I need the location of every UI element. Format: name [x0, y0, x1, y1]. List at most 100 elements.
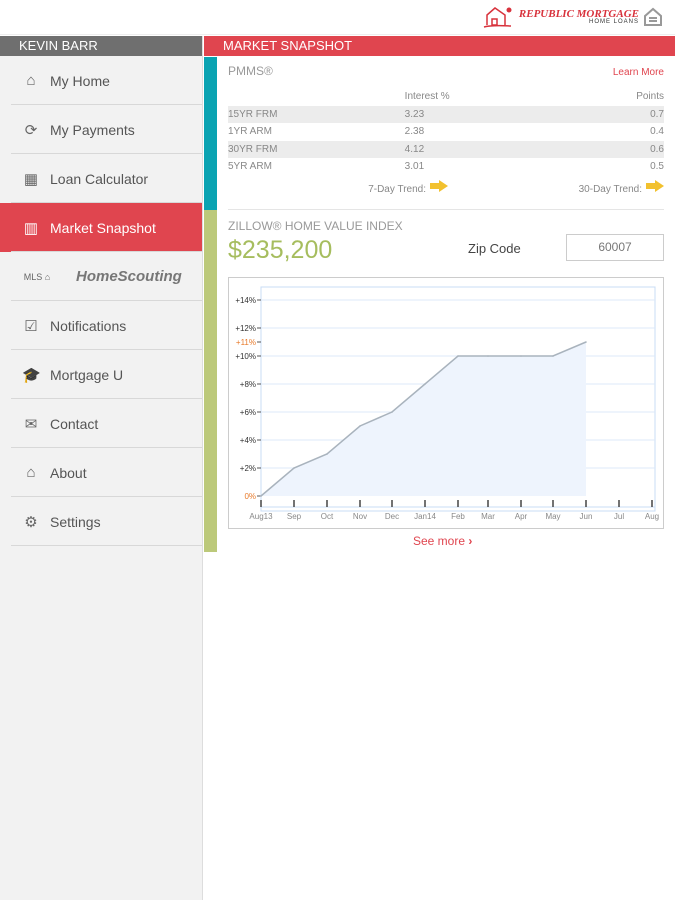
brand-name: REPUBLIC MORTGAGE — [518, 8, 639, 20]
x-tick-label: May — [545, 512, 560, 521]
y-tick-label: +14% — [235, 296, 256, 305]
data-point — [552, 355, 554, 357]
loan-type: 1YR ARM — [228, 126, 272, 138]
zillow-title: ZILLOW® HOME VALUE INDEX — [228, 219, 403, 233]
zip-label: Zip Code — [468, 241, 521, 256]
sidebar-item-mortgage-u[interactable]: 🎓 Mortgage U — [0, 350, 202, 399]
house-logo-icon — [483, 7, 512, 28]
y-tick-label: +6% — [240, 408, 256, 417]
sidebar-item-settings[interactable]: ⚙ Settings — [0, 497, 202, 546]
table-row: 30YR FRM 4.12 0.6 — [228, 140, 664, 158]
data-point — [424, 383, 426, 385]
house-logo-icon: ⌂ — [26, 464, 36, 481]
loan-type: 15YR FRM — [228, 105, 405, 123]
map-icon: ▥ — [23, 219, 39, 237]
interest-rate: 2.38 — [404, 126, 425, 138]
sidebar: KEVIN BARR ⌂ My Home ⟳ My Payments ▦ Loan Cal… — [0, 36, 203, 900]
sidebar-item-label: Notifications — [50, 317, 127, 334]
col-points: Points — [636, 91, 664, 103]
x-tick-label: Oct — [321, 512, 334, 521]
pmms-title: PMMS® — [228, 64, 273, 78]
y-tick-label: +2% — [240, 464, 256, 473]
zillow-section: ZILLOW® HOME VALUE INDEX $235,200 Zip Co… — [228, 219, 664, 265]
pmms-accent-strip — [204, 57, 217, 210]
page-title: MARKET SNAPSHOT — [204, 36, 675, 56]
x-tick-label: Jan14 — [414, 512, 436, 521]
data-point — [293, 467, 295, 469]
arrow-right-icon — [646, 180, 664, 192]
sidebar-item-label: HomeScouting — [76, 268, 182, 285]
top-bar: REPUBLIC MORTGAGE HOME LOANS — [0, 0, 675, 35]
learn-more-link[interactable]: Learn More — [613, 67, 664, 78]
sidebar-item-market-snapshot[interactable]: ▥ Market Snapshot — [0, 203, 202, 252]
loan-type: 5YR ARM — [228, 161, 272, 173]
trends: 7-Day Trend: 30-Day Trend: — [228, 180, 664, 196]
x-tick-label: Aug — [645, 512, 659, 521]
zillow-accent-strip — [204, 210, 217, 552]
x-tick-label: Mar — [481, 512, 495, 521]
table-row: 15YR FRM 3.23 0.7 — [228, 105, 664, 123]
y-tick-label: 0% — [244, 492, 256, 501]
area-fill — [261, 342, 586, 496]
trend-7-label: 7-Day Trend: — [368, 184, 426, 195]
sidebar-item-my-home[interactable]: ⌂ My Home — [0, 56, 202, 105]
sidebar-item-my-payments[interactable]: ⟳ My Payments — [0, 105, 202, 154]
x-tick-label: Dec — [385, 512, 399, 521]
sidebar-item-loan-calculator[interactable]: ▦ Loan Calculator — [0, 154, 202, 203]
y-tick-label: +11% — [236, 338, 256, 347]
sidebar-item-notifications[interactable]: ☑ Notifications — [0, 301, 202, 350]
points: 0.7 — [564, 105, 664, 123]
sidebar-item-label: Settings — [50, 513, 101, 530]
equal-housing-icon — [644, 7, 662, 26]
user-name: KEVIN BARR — [0, 36, 202, 56]
sidebar-item-homescouting[interactable]: MLS ⌂ HomeScouting — [0, 252, 202, 301]
arrow-right-icon — [430, 180, 448, 192]
table-row: 1YR ARM 2.38 0.4 — [228, 123, 664, 141]
data-point — [260, 495, 262, 497]
sidebar-item-about[interactable]: ⌂ About — [0, 448, 202, 497]
sidebar-item-contact[interactable]: ✉ Contact — [0, 399, 202, 448]
divider — [228, 209, 664, 210]
zip-code-input[interactable]: 60007 — [566, 234, 664, 261]
table-row: 5YR ARM 3.01 0.5 — [228, 158, 664, 176]
loan-type: 30YR FRM — [228, 140, 405, 158]
data-point — [359, 425, 361, 427]
republic-mortgage-logo: REPUBLIC MORTGAGE HOME LOANS — [481, 5, 663, 29]
data-point — [326, 453, 328, 455]
x-tick-label: Nov — [353, 512, 367, 521]
x-tick-label: Jun — [580, 512, 593, 521]
pmms-section: PMMS® Learn More Interest % Points 15YR F… — [228, 64, 664, 196]
x-tick-label: Sep — [287, 512, 302, 521]
x-tick-label: Aug13 — [249, 512, 273, 521]
data-point — [520, 355, 522, 357]
sidebar-item-label: My Home — [50, 72, 110, 89]
homescouting-logo: MLS ⌂ — [23, 271, 51, 282]
home-icon: ⌂ — [26, 72, 36, 89]
x-tick-label: Apr — [515, 512, 528, 521]
gear-icon: ⚙ — [24, 513, 38, 531]
rates-table: Interest % Points 15YR FRM 3.23 0.7 1YR ARM 2… — [228, 88, 664, 176]
see-more-link[interactable]: See more › — [413, 534, 472, 548]
sidebar-item-label: Contact — [50, 415, 99, 432]
interest-rate: 3.01 — [404, 161, 425, 173]
points: 0.4 — [650, 126, 664, 138]
points: 0.6 — [564, 140, 664, 158]
sidebar-item-label: My Payments — [50, 121, 135, 138]
col-interest: Interest % — [404, 91, 450, 103]
chart-svg: 0% +2% +4% +6% +8% +10% +11% +12% +14% Aug13 Sep Oc… — [235, 286, 659, 521]
calculator-icon: ▦ — [23, 170, 39, 188]
interest-rate: 3.23 — [404, 105, 565, 123]
y-tick-label: +10% — [235, 352, 256, 361]
y-tick-label: +8% — [240, 380, 256, 389]
refresh-icon: ⟳ — [24, 121, 38, 139]
trend-30-label: 30-Day Trend: — [578, 184, 642, 195]
graduation-cap-icon: 🎓 — [22, 366, 41, 384]
chevron-right-icon: › — [468, 534, 473, 548]
y-tick-label: +4% — [240, 436, 256, 445]
data-point — [391, 411, 393, 413]
checkbox-icon: ☑ — [24, 317, 38, 335]
sidebar-item-label: Market Snapshot — [50, 219, 156, 236]
data-point — [487, 355, 489, 357]
x-tick-label: Feb — [451, 512, 465, 521]
sidebar-item-label: Loan Calculator — [50, 170, 149, 187]
